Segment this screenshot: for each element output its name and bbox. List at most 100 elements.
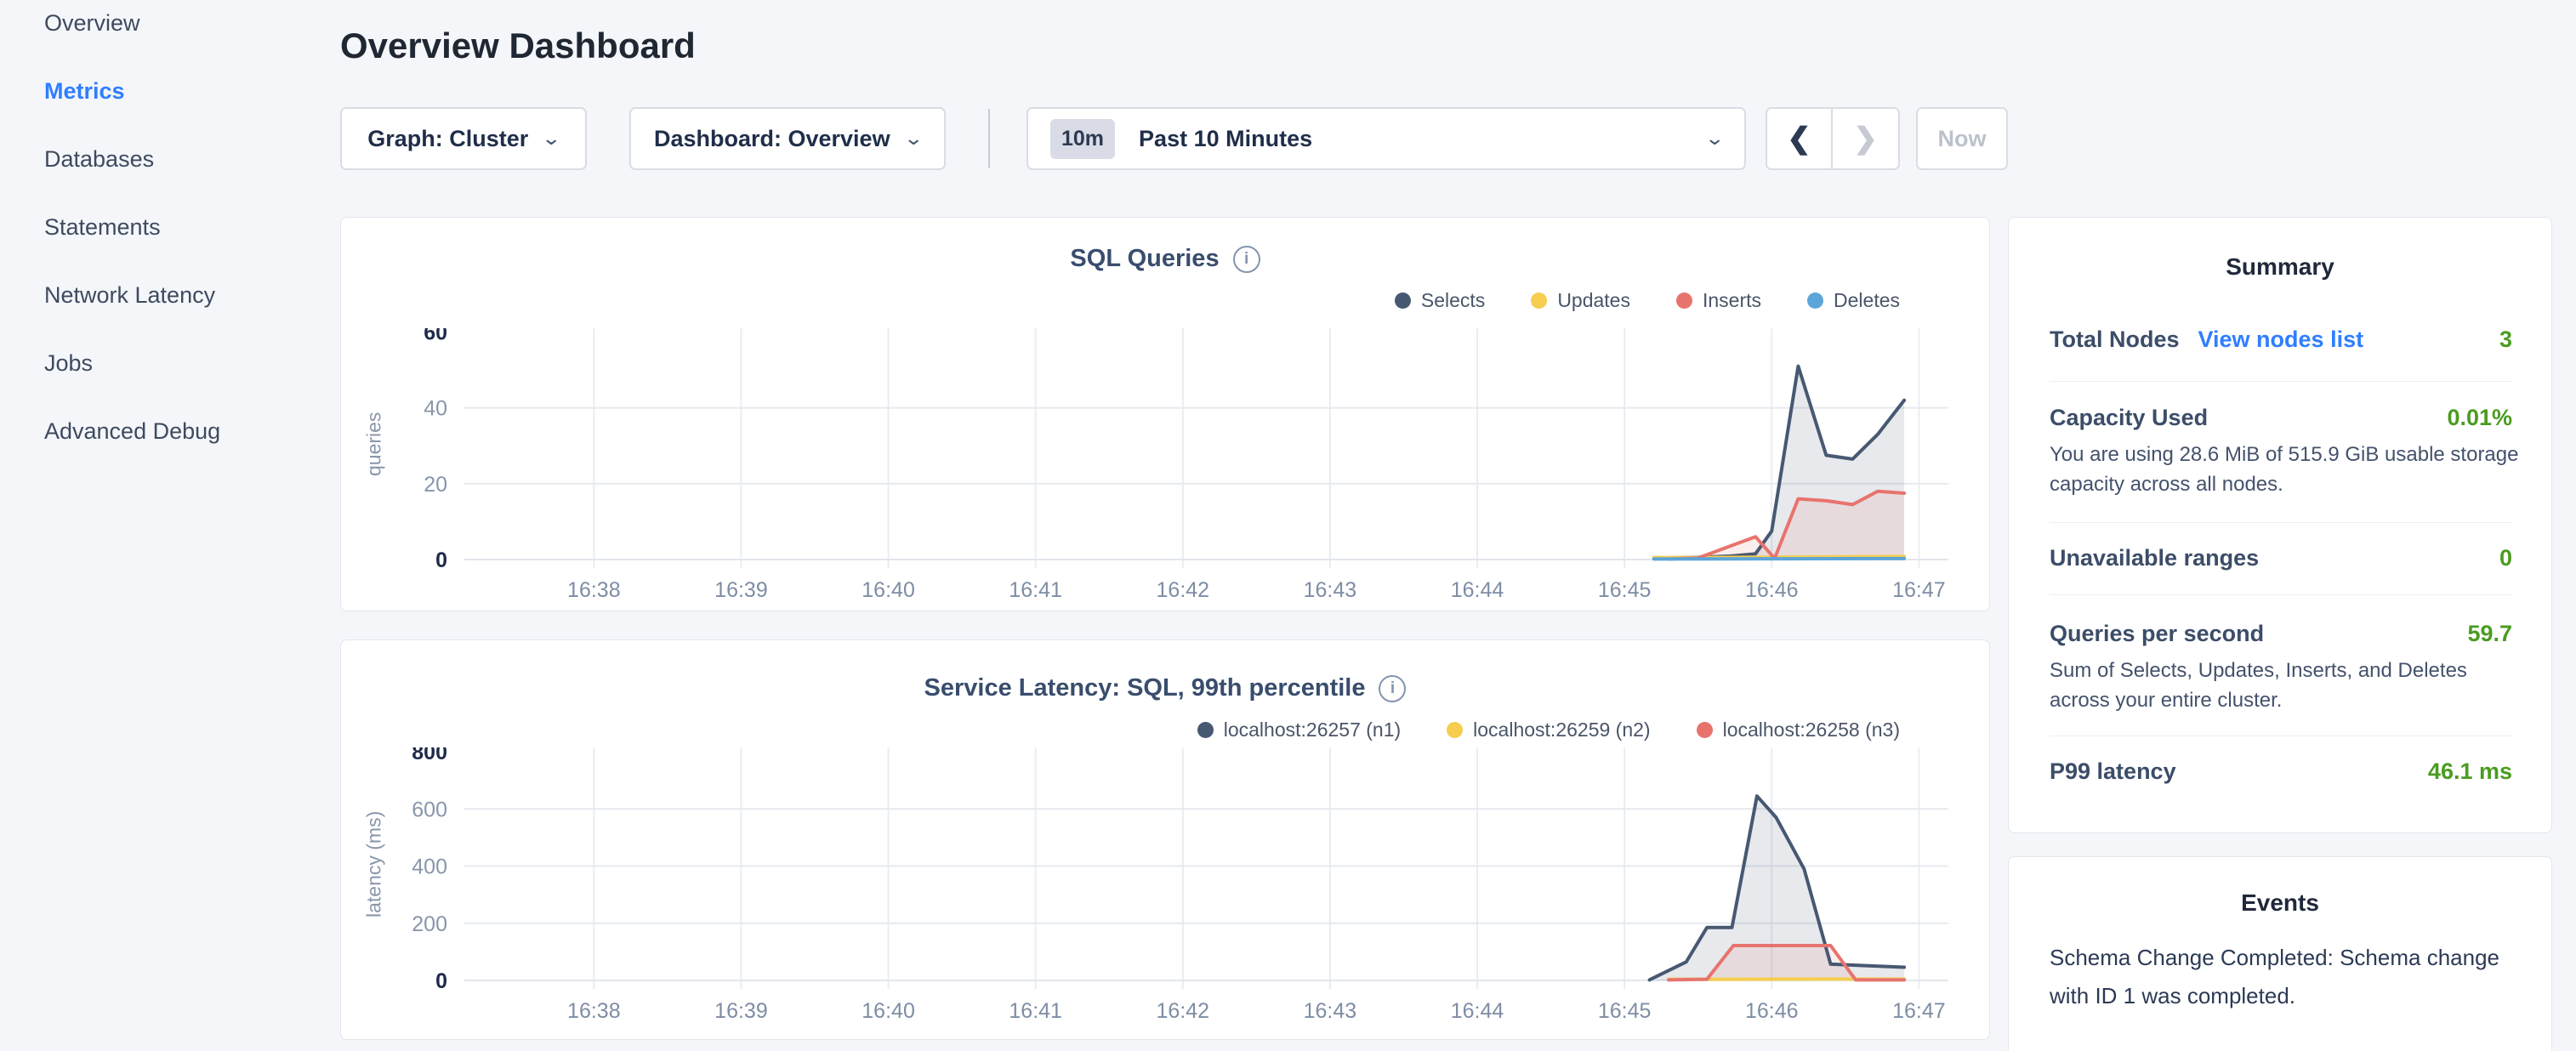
dashboard-dropdown-label: Dashboard: Overview [654, 126, 890, 152]
svg-text:16:43: 16:43 [1304, 578, 1357, 602]
qps-label: Queries per second [2050, 621, 2264, 647]
legend-item: localhost:26257 (n1) [1197, 719, 1401, 741]
svg-text:16:41: 16:41 [1009, 999, 1062, 1023]
svg-text:400: 400 [412, 855, 447, 879]
sidebar: Overview Metrics Databases Statements Networ… [0, 0, 340, 1051]
summary-row-total-nodes: Total Nodes View nodes list 3 [2050, 327, 2512, 353]
svg-text:16:43: 16:43 [1304, 999, 1357, 1023]
unavailable-ranges-value: 0 [2499, 545, 2512, 571]
svg-text:16:39: 16:39 [714, 999, 768, 1023]
sidebar-item-statements[interactable]: Statements [44, 214, 161, 241]
time-nav-group: ❮ ❯ [1766, 107, 1900, 170]
legend-item: Inserts [1676, 289, 1761, 312]
svg-text:16:47: 16:47 [1892, 999, 1946, 1023]
sidebar-item-metrics[interactable]: Metrics [44, 78, 125, 105]
page-title: Overview Dashboard [340, 26, 696, 66]
svg-text:16:42: 16:42 [1157, 999, 1210, 1023]
now-button[interactable]: Now [1916, 107, 2008, 170]
svg-text:20: 20 [424, 473, 447, 497]
svg-text:16:44: 16:44 [1451, 999, 1504, 1023]
svg-text:16:46: 16:46 [1745, 578, 1799, 602]
legend-dot-icon [1395, 293, 1411, 309]
chart-title: SQL Queries [1070, 245, 1219, 273]
svg-text:16:38: 16:38 [567, 999, 621, 1023]
svg-text:16:41: 16:41 [1009, 578, 1062, 602]
qps-subtext: Sum of Selects, Updates, Inserts, and De… [2050, 656, 2519, 716]
sidebar-item-databases[interactable]: Databases [44, 146, 154, 173]
service-latency-chart[interactable]: 16:38 16:39 16:40 16:41 16:42 16:43 16:44 16:45… [341, 747, 1991, 1023]
legend-dot-icon [1197, 722, 1214, 738]
events-panel: Events Schema Change Completed: Schema c… [2008, 856, 2552, 1051]
chart-legend: localhost:26257 (n1) localhost:26259 (n2)… [1197, 719, 1900, 741]
time-range-label: Past 10 Minutes [1139, 126, 1312, 152]
legend-item: Deletes [1807, 289, 1900, 312]
svg-text:16:45: 16:45 [1598, 999, 1652, 1023]
summary-divider [2050, 381, 2512, 382]
info-icon[interactable]: i [1379, 675, 1406, 702]
svg-text:800: 800 [412, 747, 447, 764]
summary-divider [2050, 522, 2512, 523]
chevron-down-icon: ⌄ [903, 128, 924, 150]
controls-divider [988, 109, 990, 168]
sidebar-item-jobs[interactable]: Jobs [44, 350, 93, 377]
total-nodes-value: 3 [2499, 327, 2512, 353]
svg-text:600: 600 [412, 798, 447, 821]
service-latency-card: Service Latency: SQL, 99th percentile i … [340, 639, 1990, 1040]
svg-text:40: 40 [424, 397, 447, 421]
summary-row-qps: Queries per second 59.7 [2050, 621, 2512, 647]
time-next-button[interactable]: ❯ [1833, 109, 1898, 168]
legend-item: Selects [1395, 289, 1485, 312]
total-nodes-label: Total Nodes [2050, 327, 2180, 353]
unavailable-ranges-label: Unavailable ranges [2050, 545, 2259, 571]
sidebar-item-advanced-debug[interactable]: Advanced Debug [44, 418, 220, 445]
dashboard-dropdown[interactable]: Dashboard: Overview ⌄ [629, 107, 946, 170]
time-range-badge: 10m [1050, 119, 1115, 159]
svg-text:16:42: 16:42 [1157, 578, 1210, 602]
summary-row-capacity: Capacity Used 0.01% [2050, 405, 2512, 431]
chevron-down-icon: ⌄ [542, 128, 562, 150]
svg-text:60: 60 [424, 328, 447, 344]
legend-item: localhost:26259 (n2) [1447, 719, 1650, 741]
legend-dot-icon [1697, 722, 1713, 738]
summary-panel: Summary Total Nodes View nodes list 3 Ca… [2008, 217, 2552, 833]
qps-value: 59.7 [2467, 621, 2512, 647]
events-title: Events [2009, 889, 2551, 917]
time-prev-button[interactable]: ❮ [1767, 109, 1833, 168]
summary-row-unavailable: Unavailable ranges 0 [2050, 545, 2512, 571]
capacity-subtext: You are using 28.6 MiB of 515.9 GiB usab… [2050, 440, 2519, 500]
svg-text:16:45: 16:45 [1598, 578, 1652, 602]
info-icon[interactable]: i [1233, 246, 1260, 273]
summary-title: Summary [2009, 253, 2551, 281]
legend-dot-icon [1676, 293, 1692, 309]
svg-text:16:46: 16:46 [1745, 999, 1799, 1023]
sidebar-item-overview[interactable]: Overview [44, 10, 140, 37]
p99-latency-value: 46.1 ms [2428, 758, 2512, 785]
graph-dropdown[interactable]: Graph: Cluster ⌄ [340, 107, 587, 170]
svg-text:0: 0 [435, 969, 447, 993]
view-nodes-list-link[interactable]: View nodes list [2198, 327, 2364, 353]
time-range-dropdown[interactable]: 10m Past 10 Minutes ⌄ [1026, 107, 1746, 170]
chart-legend: Selects Updates Inserts Deletes [1395, 289, 1900, 312]
svg-text:16:40: 16:40 [862, 578, 915, 602]
legend-dot-icon [1531, 293, 1547, 309]
graph-dropdown-label: Graph: Cluster [367, 126, 528, 152]
legend-item: localhost:26258 (n3) [1697, 719, 1900, 741]
svg-text:200: 200 [412, 912, 447, 936]
sql-queries-card: SQL Queries i Selects Updates Inserts Delet… [340, 217, 1990, 611]
chevron-down-icon: ⌄ [1704, 128, 1725, 150]
svg-text:16:47: 16:47 [1892, 578, 1946, 602]
chart-title: Service Latency: SQL, 99th percentile [924, 674, 1366, 702]
legend-item: Updates [1531, 289, 1630, 312]
sql-queries-chart[interactable]: 16:3816:3916:4016:4116:4216:4316:4416:45… [341, 328, 1991, 602]
svg-text:0: 0 [435, 548, 447, 572]
capacity-used-label: Capacity Used [2050, 405, 2208, 431]
legend-dot-icon [1447, 722, 1463, 738]
svg-text:16:38: 16:38 [567, 578, 621, 602]
legend-dot-icon [1807, 293, 1823, 309]
svg-text:16:40: 16:40 [862, 999, 915, 1023]
summary-row-p99: P99 latency 46.1 ms [2050, 758, 2512, 785]
summary-divider [2050, 594, 2512, 595]
event-item[interactable]: Schema Change Completed: Schema change w… [2050, 939, 2505, 1014]
sidebar-item-network-latency[interactable]: Network Latency [44, 282, 215, 309]
capacity-used-value: 0.01% [2447, 405, 2512, 431]
